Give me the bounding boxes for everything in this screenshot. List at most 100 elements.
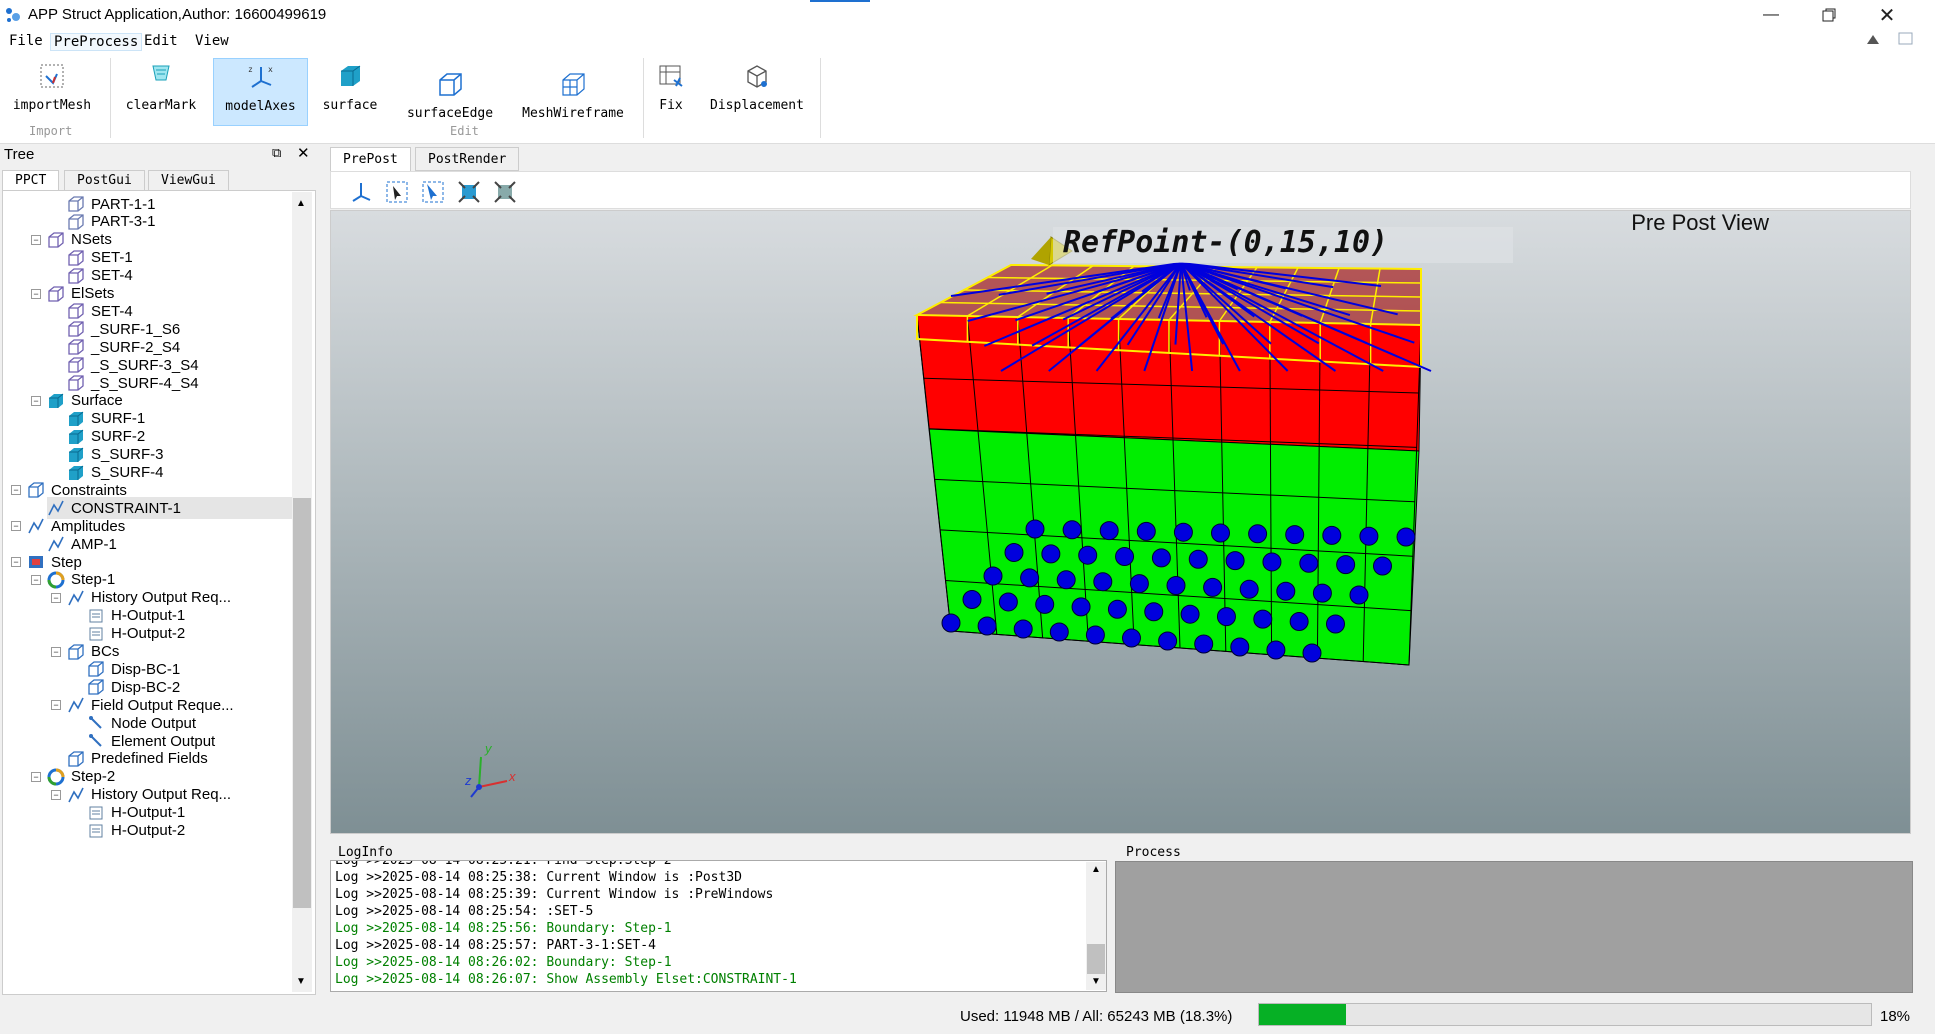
scroll-up-icon[interactable]: ▲ <box>296 198 306 209</box>
menu-view[interactable]: View <box>192 33 232 49</box>
bc-marker <box>1312 583 1332 603</box>
tree-collapse-toggle[interactable]: − <box>51 789 61 800</box>
memory-progress-fill <box>1259 1004 1346 1025</box>
log-scroll-down-icon[interactable]: ▼ <box>1091 976 1101 987</box>
surface-button[interactable]: surface <box>313 58 387 126</box>
ribbon: importMesh Import clearMark zx modelAxes… <box>0 54 1935 144</box>
axes-toggle-icon[interactable] <box>349 180 373 204</box>
view-name-label: Pre Post View <box>1631 211 1769 235</box>
fix-label: Fix <box>659 98 683 113</box>
select-point-icon[interactable] <box>385 180 409 204</box>
tree-collapse-toggle[interactable]: − <box>31 395 41 406</box>
fix-button[interactable]: Fix <box>651 58 691 126</box>
import-mesh-button[interactable]: importMesh <box>6 58 98 126</box>
model-axes-icon: zx <box>248 65 273 88</box>
nset-icon <box>47 231 65 249</box>
log-scrollbar[interactable]: ▲ ▼ <box>1086 862 1106 990</box>
bc-marker <box>977 616 997 636</box>
bc-marker <box>1302 643 1322 663</box>
log-line: Log >>2025-08-14 08:25:56: Boundary: Ste… <box>335 921 672 936</box>
output-icon <box>87 822 105 840</box>
process-panel <box>1115 861 1913 993</box>
clear-mark-button[interactable]: clearMark <box>118 58 204 126</box>
bc-marker <box>1013 619 1033 639</box>
svg-text:x: x <box>268 65 273 74</box>
main-tabs: PrePost PostRender <box>330 147 930 171</box>
tree-collapse-toggle[interactable]: − <box>31 574 41 585</box>
clear-mark-label: clearMark <box>125 98 197 113</box>
help-icon[interactable] <box>1898 32 1914 46</box>
scroll-thumb[interactable] <box>293 498 311 908</box>
tree-collapse-toggle[interactable]: − <box>51 592 61 603</box>
displacement-button[interactable]: Displacement <box>704 58 810 126</box>
mesh-wireframe-button[interactable]: MeshWireframe <box>514 66 632 134</box>
tree-collapse-toggle[interactable]: − <box>11 485 21 496</box>
tab-prepost[interactable]: PrePost <box>330 147 411 171</box>
tree-node[interactable]: H-Output-2 <box>87 820 185 842</box>
tree-node-label: H-Output-2 <box>111 625 186 643</box>
tree-collapse-toggle[interactable]: − <box>31 288 41 299</box>
close-panel-icon[interactable]: ✕ <box>297 144 310 162</box>
float-panel-icon[interactable]: ⧉ <box>272 145 281 161</box>
collapse-ribbon-icon[interactable] <box>1866 33 1880 45</box>
maximize-icon[interactable] <box>1806 0 1852 30</box>
menu-bar: File PreProcess Edit View <box>0 30 1935 54</box>
tree-scrollbar[interactable]: ▲ ▼ <box>292 192 312 992</box>
menu-file[interactable]: File <box>6 33 46 49</box>
scroll-down-icon[interactable]: ▼ <box>296 976 306 987</box>
pre-post-viewport[interactable]: RefPoint-(0,15,10) Pre Post View y x z <box>330 210 1911 834</box>
memory-progress-bar <box>1258 1003 1872 1026</box>
bc-marker <box>1020 568 1040 588</box>
bc-marker <box>1093 572 1113 592</box>
select-element-icon[interactable] <box>421 180 445 204</box>
svg-text:z: z <box>248 65 253 74</box>
log-line: Log >>2025-08-14 08:25:38: Current Windo… <box>335 870 742 885</box>
tree-collapse-toggle[interactable]: − <box>11 521 21 532</box>
bc-marker <box>1035 594 1055 614</box>
menu-preprocess[interactable]: PreProcess <box>50 33 143 51</box>
bc-marker <box>1194 634 1214 654</box>
bc-marker <box>1107 599 1127 619</box>
tree-panel-title: Tree ⧉ ✕ <box>0 144 318 166</box>
model-3d-view[interactable]: RefPoint-(0,15,10) Pre Post View y x z <box>331 211 1911 834</box>
log-line: Log >>2025-08-14 08:25:21: Find Step:Ste… <box>335 860 672 868</box>
import-mesh-label: importMesh <box>12 98 92 113</box>
zoom-box-icon[interactable] <box>493 180 517 204</box>
view-toolbar <box>330 171 1911 209</box>
tab-ppct[interactable]: PPCT <box>2 170 60 190</box>
bc-marker <box>941 613 961 633</box>
process-panel-label: Process <box>1126 845 1181 860</box>
bc-marker <box>1129 574 1149 594</box>
step-color-icon <box>47 768 65 786</box>
memory-percent: 18% <box>1880 1008 1911 1025</box>
model-axes-button[interactable]: zx modelAxes <box>213 58 308 126</box>
tab-postrender[interactable]: PostRender <box>415 147 520 171</box>
axis-z-label: z <box>464 773 472 788</box>
tree-collapse-toggle[interactable]: − <box>11 557 21 567</box>
tree-collapse-toggle[interactable]: − <box>31 234 41 245</box>
bc-marker <box>1359 526 1379 546</box>
ribbon-separator <box>643 58 644 138</box>
log-scroll-up-icon[interactable]: ▲ <box>1091 864 1101 875</box>
minimize-icon[interactable]: — <box>1748 0 1794 30</box>
tab-postgui[interactable]: PostGui <box>64 170 145 190</box>
zoom-fit-icon[interactable] <box>457 180 481 204</box>
tree-collapse-toggle[interactable]: − <box>31 771 41 782</box>
menu-edit[interactable]: Edit <box>141 33 181 49</box>
log-scroll-thumb[interactable] <box>1087 944 1105 974</box>
bc-marker <box>1173 522 1193 542</box>
bc-marker <box>1266 640 1286 660</box>
bc-marker <box>1071 597 1091 617</box>
log-line: Log >>2025-08-14 08:25:54: :SET-5 <box>335 904 594 919</box>
bc-marker <box>998 592 1018 612</box>
edit-group-label: Edit <box>450 124 479 138</box>
model-tree: PART-1-1 PART-3-1− NSets SET-1 SET-4− ElSets S… <box>2 190 316 995</box>
log-line: Log >>2025-08-14 08:25:39: Current Windo… <box>335 887 774 902</box>
tree-collapse-toggle[interactable]: − <box>51 700 61 711</box>
bc-marker <box>1004 543 1024 562</box>
mesh-model[interactable] <box>913 263 1422 666</box>
tab-viewgui[interactable]: ViewGui <box>148 170 229 190</box>
close-icon[interactable]: ✕ <box>1864 0 1910 30</box>
bc-marker <box>1299 553 1319 573</box>
tree-collapse-toggle[interactable]: − <box>51 646 61 657</box>
